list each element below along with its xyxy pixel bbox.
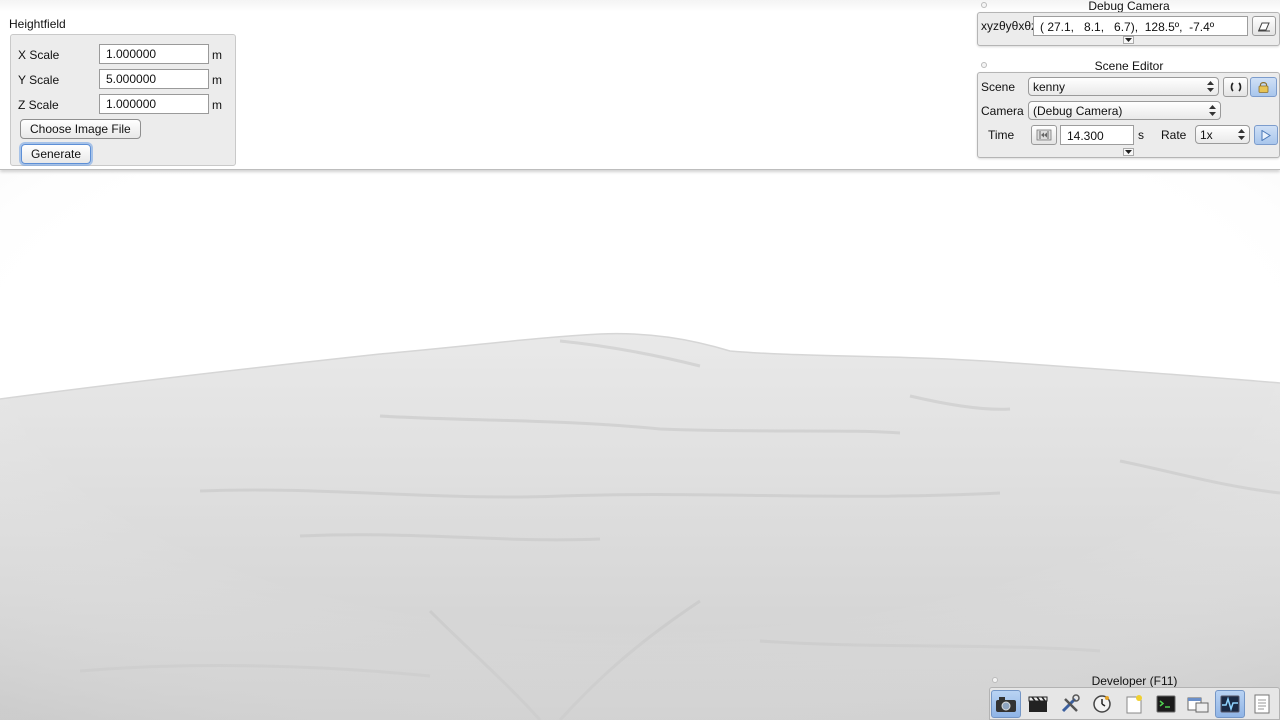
scene-label: Scene	[981, 80, 1016, 94]
rate-select[interactable]: 1x	[1195, 125, 1250, 144]
developer-toolbar	[989, 687, 1280, 720]
camera-icon	[996, 697, 1016, 712]
dev-tool-window-button[interactable]	[1183, 690, 1213, 718]
dev-tool-tools-button[interactable]	[1055, 690, 1085, 718]
developer-title: Developer (F11)	[1091, 674, 1178, 688]
scene-reload-button[interactable]	[1223, 77, 1248, 97]
y-scale-row: Y Scale m	[11, 69, 235, 89]
chevron-down-icon	[1125, 38, 1132, 42]
dev-tool-camera-button[interactable]	[991, 690, 1021, 718]
time-unit: s	[1138, 128, 1144, 142]
x-scale-unit: m	[212, 48, 222, 62]
debug-camera-close-dot[interactable]	[981, 2, 987, 8]
y-scale-input[interactable]	[99, 69, 209, 89]
time-label: Time	[988, 128, 1015, 142]
camera-axis-label: xyzθyθxθz	[981, 19, 1038, 33]
play-icon	[1261, 129, 1271, 141]
y-scale-unit: m	[212, 73, 222, 87]
x-scale-input[interactable]	[99, 44, 209, 64]
console-icon	[1156, 695, 1176, 713]
scene-editor-close-dot[interactable]	[981, 62, 987, 68]
reload-icon	[1230, 82, 1241, 92]
z-scale-row: Z Scale m	[11, 94, 235, 114]
generate-button[interactable]: Generate	[21, 144, 92, 164]
heightfield-terrain	[0, 171, 1280, 720]
document-icon	[1254, 694, 1270, 714]
z-scale-label: Z Scale	[18, 98, 59, 112]
tools-icon	[1061, 694, 1080, 713]
chevron-down-icon	[1125, 150, 1132, 154]
scene-editor-collapse-button[interactable]	[1123, 148, 1134, 156]
note-icon	[1126, 695, 1142, 714]
play-button[interactable]	[1254, 125, 1278, 145]
debug-camera-panel: xyzθyθxθz ( 27.1, 8.1, 6.7), 128.5º, -7.…	[977, 12, 1280, 46]
updown-arrows-icon	[1207, 81, 1214, 92]
debug-camera-collapse-button[interactable]	[1123, 36, 1134, 44]
rewind-icon	[1036, 129, 1052, 141]
dev-tool-document-button[interactable]	[1247, 690, 1277, 718]
x-scale-label: X Scale	[18, 48, 60, 62]
dev-tool-profiler-button[interactable]	[1215, 690, 1245, 718]
camera-select-value: (Debug Camera)	[1033, 104, 1123, 118]
x-scale-row: X Scale m	[11, 44, 235, 64]
y-scale-label: Y Scale	[18, 73, 60, 87]
heightfield-title: Heightfield	[9, 17, 66, 31]
rate-label: Rate	[1161, 128, 1187, 142]
camera-edit-button[interactable]	[1252, 16, 1276, 36]
z-scale-unit: m	[212, 98, 222, 112]
camera-label: Camera	[981, 104, 1024, 118]
dev-tool-note-button[interactable]	[1119, 690, 1149, 718]
rate-select-value: 1x	[1200, 128, 1213, 142]
z-scale-input[interactable]	[99, 94, 209, 114]
profiler-icon	[1220, 695, 1240, 713]
eraser-icon	[1258, 22, 1270, 32]
updown-arrows-icon	[1238, 129, 1245, 140]
scene-editor-panel: Scene kenny Camera (Debug Camera) Time 1…	[977, 72, 1280, 158]
clapperboard-icon	[1028, 696, 1048, 712]
scene-lock-button[interactable]	[1250, 77, 1277, 97]
time-reset-button[interactable]	[1031, 125, 1057, 145]
scene-editor-title: Scene Editor	[1094, 59, 1164, 73]
heightfield-panel: X Scale m Y Scale m Z Scale m Choose Ima…	[10, 34, 236, 166]
dev-tool-console-button[interactable]	[1151, 690, 1181, 718]
dev-tool-clock-button[interactable]	[1087, 690, 1117, 718]
clock-icon	[1093, 695, 1111, 713]
window-icon	[1187, 697, 1209, 713]
scene-select-value: kenny	[1033, 80, 1066, 94]
developer-close-dot[interactable]	[992, 677, 998, 683]
lock-icon	[1258, 82, 1269, 93]
3d-viewport[interactable]	[0, 171, 1280, 720]
updown-arrows-icon	[1209, 105, 1216, 116]
camera-select[interactable]: (Debug Camera)	[1028, 101, 1221, 120]
dev-tool-clapperboard-button[interactable]	[1023, 690, 1053, 718]
choose-image-file-button[interactable]: Choose Image File	[20, 119, 141, 139]
camera-position-field[interactable]: ( 27.1, 8.1, 6.7), 128.5º, -7.4º	[1033, 16, 1248, 36]
time-input[interactable]: 14.300	[1060, 125, 1134, 145]
scene-select[interactable]: kenny	[1028, 77, 1219, 96]
